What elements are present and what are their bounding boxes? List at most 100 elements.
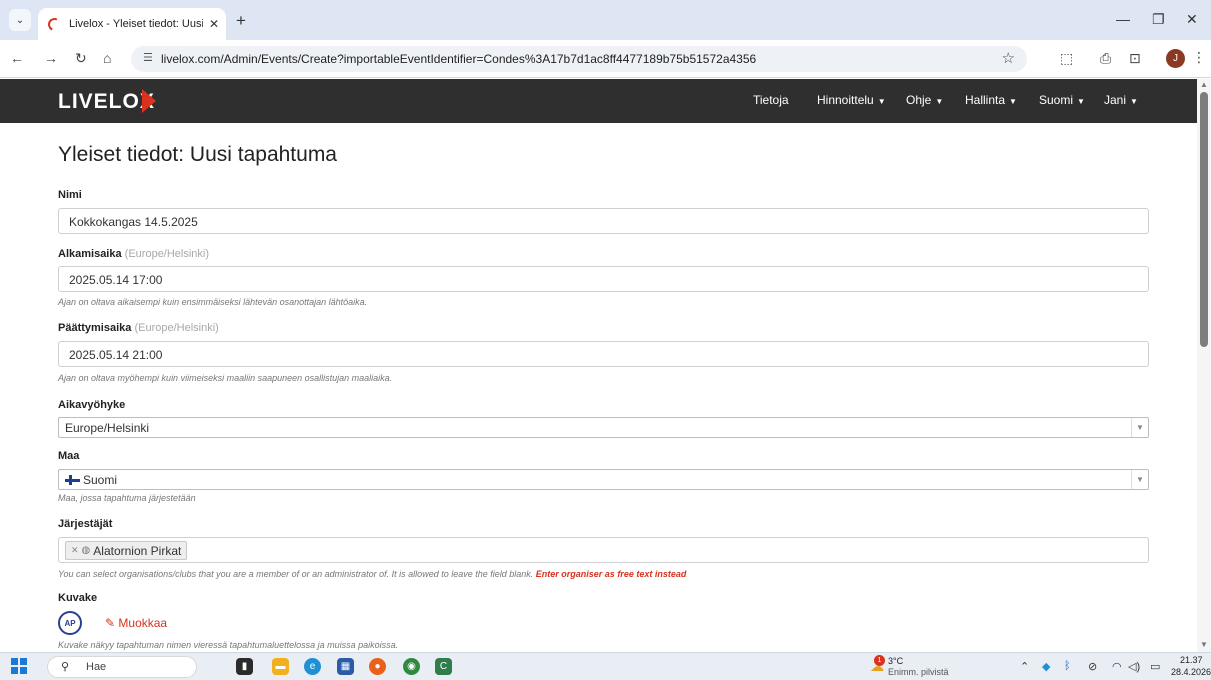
taskbar-clock-time[interactable]: 21.37 [1180,655,1203,665]
nav-item-tietoja[interactable]: Tietoja [753,93,789,107]
end-time-value: 2025.05.14 21:00 [69,348,163,362]
scroll-up-arrow-icon[interactable]: ▲ [1200,80,1208,89]
livelox-logo[interactable]: LIVELOX [58,90,155,114]
country-select-content: Suomi [65,473,117,487]
bookmark-star-icon[interactable]: ☆ [1002,49,1015,67]
wifi-icon[interactable]: ◠ [1112,660,1122,673]
minimize-icon[interactable]: — [1116,11,1130,27]
address-bar[interactable]: ☰ livelox.com/Admin/Events/Create?import… [131,46,1027,72]
nav-item-language[interactable]: Suomi ▼ [1039,93,1085,107]
task-view-icon[interactable]: ▮ [236,658,253,675]
icon-label: Kuvake [58,592,98,604]
condes-app-icon[interactable]: C [435,658,452,675]
organisation-globe-icon: ◍ [81,545,91,556]
profile-avatar[interactable]: J [1166,49,1185,68]
organiser-tag: ✕ ◍ Alatornion Pirkat [65,541,188,560]
weather-description: Enimm. pilvistä [888,667,949,677]
firefox-icon[interactable]: ● [369,658,386,675]
browser-tab-active[interactable]: Livelox - Yleiset tiedot: Uusi tapahtuma… [38,8,226,40]
nav-item-ohje[interactable]: Ohje ▼ [906,93,943,107]
country-select-value: Suomi [83,473,118,487]
screen-capture-icon[interactable]: ⊡ [1129,50,1141,67]
extensions-puzzle-icon[interactable]: ⬚ [1060,50,1073,67]
end-time-zone-hint: (Europe/Helsinki) [134,322,219,334]
dropdown-arrow-icon: ▼ [1131,418,1148,437]
country-label: Maa [58,450,80,462]
scroll-down-arrow-icon[interactable]: ▼ [1200,640,1208,649]
tray-overflow-chevron-icon[interactable]: ⌃ [1020,660,1029,673]
restore-window-icon[interactable]: ❐ [1152,11,1165,28]
end-time-input[interactable]: 2025.05.14 21:00 [58,341,1149,367]
address-url: livelox.com/Admin/Events/Create?importab… [161,52,757,66]
nav-item-hallinta[interactable]: Hallinta ▼ [965,93,1017,107]
nav-item-user[interactable]: Jani ▼ [1104,93,1138,107]
bluetooth-icon[interactable]: ᛒ [1064,660,1071,672]
caret-down-icon: ▼ [877,97,886,106]
start-time-input[interactable]: 2025.05.14 17:00 [58,266,1149,292]
dropdown-arrow-icon: ▼ [1131,470,1148,489]
more-options-icon[interactable]: ⋮ [1192,49,1206,66]
nav-item-hinnoittelu[interactable]: Hinnoittelu ▼ [817,93,886,107]
windows-start-icon[interactable] [11,658,27,674]
organisers-label: Järjestäjät [58,518,113,530]
search-icon: ⚲ [61,661,70,673]
taskbar-search-placeholder: Hae [86,661,107,673]
battery-icon[interactable]: ▭ [1150,660,1160,673]
country-help: Maa, jossa tapahtuma järjestetään [58,493,196,503]
back-arrow-icon[interactable]: ← [10,50,24,66]
organisers-help: You can select organisations/clubs that … [58,569,687,579]
site-info-icon[interactable]: ☰ [143,51,153,64]
caret-down-icon: ▼ [1009,97,1017,106]
caret-down-icon: ▼ [1077,97,1085,106]
forward-arrow-icon[interactable]: → [44,50,58,66]
close-window-icon[interactable]: ✕ [1186,11,1198,28]
home-icon[interactable]: ⌂ [103,50,111,66]
store-icon[interactable]: ▦ [337,658,354,675]
name-input-value: Kokkokangas 14.5.2025 [69,215,198,229]
free-text-organiser-link[interactable]: Enter organiser as free text instead [536,569,687,579]
chevron-down-icon: ⌄ [15,14,25,26]
tray-app-icon[interactable]: ◆ [1042,660,1050,673]
country-select[interactable]: Suomi ▼ [58,469,1149,490]
start-time-value: 2025.05.14 17:00 [69,273,163,287]
tab-search-button[interactable]: ⌄ [9,9,31,31]
organiser-tag-label: Alatornion Pirkat [93,543,182,558]
weather-temperature: 3°C [888,656,904,666]
start-time-zone-hint: (Europe/Helsinki) [124,248,210,260]
end-time-help: Ajan on oltava myöhempi kuin viimeiseksi… [58,373,393,383]
name-input[interactable]: Kokkokangas 14.5.2025 [58,208,1149,234]
club-logo-image: AP [58,611,82,635]
site-navbar: LIVELOX Tietoja Hinnoittelu ▼ Ohje ▼ Halli… [0,79,1197,123]
tab-title: Livelox - Yleiset tiedot: Uusi tapahtuma [69,18,203,30]
timezone-select[interactable]: Europe/Helsinki ▼ [58,417,1149,438]
windows-taskbar: ⚲ Hae ▮ ▬ e ▦ ● ◉ C ☁ 1 3°C Enimm. pilvi… [0,652,1211,680]
end-time-label: Päättymisaika (Europe/Helsinki) [58,322,219,334]
organisers-multiselect[interactable]: ✕ ◍ Alatornion Pirkat [58,537,1149,563]
taskbar-clock-date[interactable]: 28.4.2026 [1171,667,1211,677]
start-time-help: Ajan on oltava aikaisempi kuin ensimmäis… [58,297,368,307]
chrome-icon[interactable]: ◉ [403,658,420,675]
caret-down-icon: ▼ [935,97,944,106]
volume-icon[interactable]: ◁) [1128,660,1140,673]
notifications-off-icon[interactable]: ⊘ [1088,660,1097,673]
start-time-label: Alkamisaika (Europe/Helsinki) [58,248,210,260]
timezone-select-value: Europe/Helsinki [65,421,150,435]
edge-browser-icon[interactable]: e [304,658,321,675]
print-icon[interactable]: ⎙ [1100,50,1111,67]
livelox-favicon-icon [46,15,63,33]
remove-tag-icon[interactable]: ✕ [71,545,79,556]
reload-icon[interactable]: ↻ [75,50,87,67]
icon-help: Kuvake näkyy tapahtuman nimen vieressä t… [58,640,399,650]
scrollbar-thumb[interactable] [1200,92,1208,347]
taskbar-search[interactable]: ⚲ Hae [47,656,197,678]
caret-down-icon: ▼ [1130,97,1138,106]
edit-pencil-icon: ✎ [105,616,116,630]
browser-tab-strip: ⌄ Livelox - Yleiset tiedot: Uusi tapahtu… [0,0,1211,40]
new-tab-plus-icon[interactable]: + [236,11,246,31]
weather-notification-badge: 1 [874,655,885,666]
page-title: Yleiset tiedot: Uusi tapahtuma [58,143,337,166]
edit-icon-link[interactable]: ✎ Muokkaa [105,616,167,630]
file-explorer-icon[interactable]: ▬ [272,658,289,675]
close-tab-icon[interactable]: ✕ [209,17,219,31]
logo-flag-icon [142,89,156,113]
